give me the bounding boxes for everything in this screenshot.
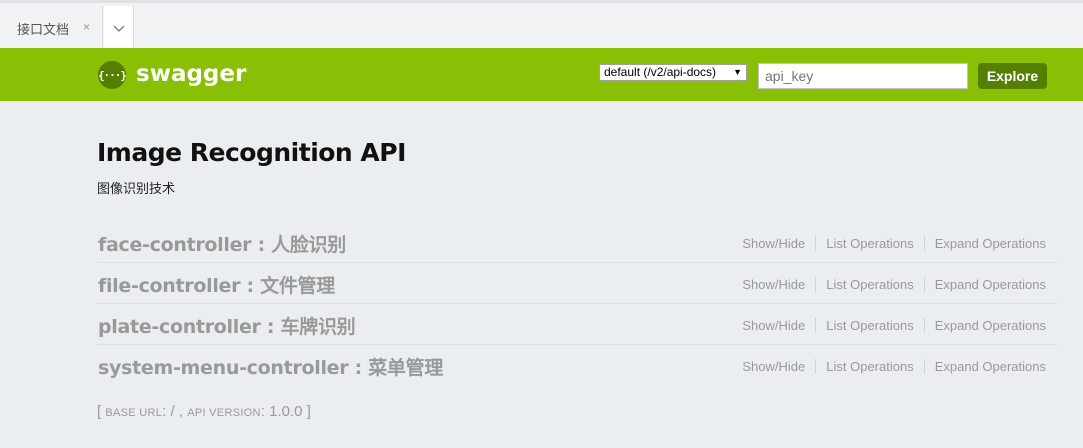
resource-name[interactable]: plate-controller : 车牌识别 xyxy=(98,312,356,339)
chevron-down-icon xyxy=(113,25,124,32)
tab-strip: 接口文档 × xyxy=(0,0,1083,51)
expand-operations-link[interactable]: Expand Operations xyxy=(923,277,1046,292)
base-url-label: base url xyxy=(105,407,163,419)
resource-name[interactable]: file-controller : 文件管理 xyxy=(98,271,335,298)
show-hide-link[interactable]: Show/Hide xyxy=(732,236,815,251)
expand-operations-link[interactable]: Expand Operations xyxy=(923,359,1046,374)
api-version-value: 1.0.0 xyxy=(269,403,303,420)
resource-file-controller: file-controller : 文件管理 Show/Hide List Op… xyxy=(97,263,1057,304)
resource-operations: Show/Hide List Operations Expand Operati… xyxy=(732,277,1046,292)
expand-operations-link[interactable]: Expand Operations xyxy=(923,236,1046,251)
list-operations-link[interactable]: List Operations xyxy=(815,359,923,374)
resource-name[interactable]: face-controller : 人脸识别 xyxy=(98,230,346,257)
spec-select-value: default (/v2/api-docs) xyxy=(604,65,717,79)
swagger-logo-text: swagger xyxy=(136,61,247,87)
swagger-logo-icon: {···} xyxy=(98,61,127,89)
api-version-label: api version xyxy=(187,407,261,419)
show-hide-link[interactable]: Show/Hide xyxy=(732,318,815,333)
swagger-header: {···} swagger default (/v2/api-docs) ▼ E… xyxy=(0,48,1083,101)
resource-operations: Show/Hide List Operations Expand Operati… xyxy=(732,359,1046,374)
resource-operations: Show/Hide List Operations Expand Operati… xyxy=(732,236,1046,251)
resource-operations: Show/Hide List Operations Expand Operati… xyxy=(732,318,1046,333)
base-url-value: / xyxy=(170,403,175,420)
open-bracket: [ xyxy=(97,403,102,420)
resource-list: face-controller : 人脸识别 Show/Hide List Op… xyxy=(97,222,1057,386)
api-description: 图像识别技术 xyxy=(97,181,176,196)
expand-operations-link[interactable]: Expand Operations xyxy=(923,318,1046,333)
api-key-input[interactable] xyxy=(758,63,968,89)
resource-face-controller: face-controller : 人脸识别 Show/Hide List Op… xyxy=(97,222,1057,263)
resource-name[interactable]: system-menu-controller : 菜单管理 xyxy=(98,353,443,380)
explore-button[interactable]: Explore xyxy=(978,63,1047,89)
list-operations-link[interactable]: List Operations xyxy=(815,277,923,292)
resource-plate-controller: plate-controller : 车牌识别 Show/Hide List O… xyxy=(97,304,1057,345)
tab-api-docs[interactable]: 接口文档 × xyxy=(0,6,103,51)
base-info: [ base url: / , api version: 1.0.0 ] xyxy=(97,403,311,420)
close-icon[interactable]: × xyxy=(83,20,90,34)
select-caret-icon: ▼ xyxy=(733,67,742,77)
tab-dropdown-button[interactable] xyxy=(104,6,134,51)
api-title: Image Recognition API xyxy=(97,138,406,167)
spec-select[interactable]: default (/v2/api-docs) ▼ xyxy=(599,64,747,81)
show-hide-link[interactable]: Show/Hide xyxy=(732,277,815,292)
resource-system-menu-controller: system-menu-controller : 菜单管理 Show/Hide … xyxy=(97,345,1057,386)
list-operations-link[interactable]: List Operations xyxy=(815,318,923,333)
show-hide-link[interactable]: Show/Hide xyxy=(732,359,815,374)
list-operations-link[interactable]: List Operations xyxy=(815,236,923,251)
close-bracket: ] xyxy=(306,403,311,420)
tab-label: 接口文档 xyxy=(17,22,70,37)
